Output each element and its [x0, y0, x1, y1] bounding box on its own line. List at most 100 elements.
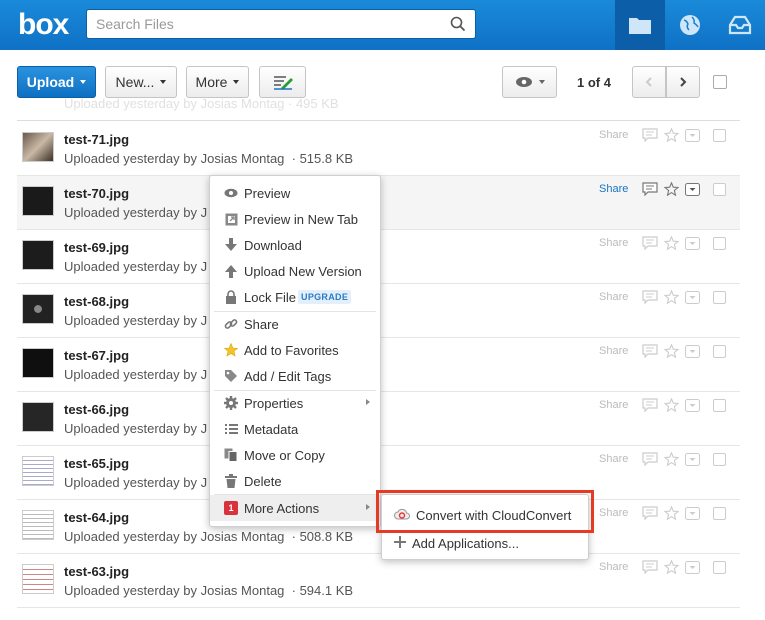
dropdown-icon[interactable]	[685, 398, 700, 412]
dropdown-icon[interactable]	[685, 128, 700, 142]
nav-files-tab[interactable]	[615, 0, 665, 50]
comment-icon[interactable]	[642, 290, 658, 304]
box-logo[interactable]: box	[18, 8, 69, 42]
menu-delete[interactable]: Delete	[210, 468, 380, 494]
upgrade-badge[interactable]: UPGRADE	[298, 290, 352, 304]
comment-icon[interactable]	[642, 560, 658, 574]
upload-button[interactable]: Upload	[17, 66, 96, 98]
comment-icon[interactable]	[642, 182, 658, 196]
menu-download[interactable]: Download	[210, 232, 380, 258]
file-name[interactable]: test-69.jpg	[64, 240, 129, 255]
file-thumbnail[interactable]	[22, 294, 54, 324]
row-checkbox[interactable]	[713, 399, 726, 412]
more-button[interactable]: More	[186, 66, 249, 98]
file-name[interactable]: test-63.jpg	[64, 564, 129, 579]
file-thumbnail[interactable]	[22, 564, 54, 594]
menu-more-actions[interactable]: 1 More Actions	[210, 495, 380, 521]
file-name[interactable]: test-64.jpg	[64, 510, 129, 525]
file-thumbnail[interactable]	[22, 186, 54, 216]
share-link[interactable]: Share	[599, 183, 628, 195]
file-thumbnail[interactable]	[22, 348, 54, 378]
file-row[interactable]: test-71.jpg Uploaded yesterday by Josias …	[17, 122, 740, 176]
menu-lock-file[interactable]: Lock File UPGRADE	[210, 284, 380, 310]
star-icon[interactable]	[664, 560, 679, 574]
new-tab-icon	[224, 212, 238, 226]
menu-preview-label: Preview	[244, 185, 291, 201]
edit-note-button[interactable]	[259, 66, 306, 98]
star-icon[interactable]	[664, 236, 679, 250]
search-icon[interactable]	[450, 16, 466, 32]
menu-add-favorites[interactable]: Add to Favorites	[210, 337, 380, 363]
dropdown-icon[interactable]	[685, 290, 700, 304]
comment-icon[interactable]	[642, 128, 658, 142]
file-name[interactable]: test-66.jpg	[64, 402, 129, 417]
nav-sync-tab[interactable]	[715, 0, 765, 50]
share-link[interactable]: Share	[599, 345, 628, 357]
dropdown-icon[interactable]	[685, 452, 700, 466]
star-icon[interactable]	[664, 344, 679, 358]
menu-add-edit-tags[interactable]: Add / Edit Tags	[210, 363, 380, 389]
dropdown-icon[interactable]	[685, 560, 700, 574]
comment-icon[interactable]	[642, 506, 658, 520]
share-link[interactable]: Share	[599, 129, 628, 141]
file-name[interactable]: test-70.jpg	[64, 186, 129, 201]
star-icon[interactable]	[664, 128, 679, 142]
comment-icon[interactable]	[642, 344, 658, 358]
file-name[interactable]: test-65.jpg	[64, 456, 129, 471]
file-name[interactable]: test-67.jpg	[64, 348, 129, 363]
dropdown-icon[interactable]	[685, 506, 700, 520]
share-link[interactable]: Share	[599, 561, 628, 573]
row-checkbox[interactable]	[713, 129, 726, 142]
share-link[interactable]: Share	[599, 453, 628, 465]
dropdown-icon[interactable]	[685, 236, 700, 250]
share-link[interactable]: Share	[599, 237, 628, 249]
file-name[interactable]: test-68.jpg	[64, 294, 129, 309]
star-icon[interactable]	[664, 452, 679, 466]
file-thumbnail[interactable]	[22, 510, 54, 540]
star-icon[interactable]	[664, 398, 679, 412]
tag-icon	[224, 369, 238, 383]
menu-share[interactable]: Share	[210, 311, 380, 337]
file-row[interactable]: test-63.jpg Uploaded yesterday by Josias …	[17, 554, 740, 608]
star-icon[interactable]	[664, 182, 679, 196]
menu-move-copy[interactable]: Move or Copy	[210, 442, 380, 468]
menu-upload-new-version[interactable]: Upload New Version	[210, 258, 380, 284]
file-thumbnail[interactable]	[22, 456, 54, 486]
comment-icon[interactable]	[642, 236, 658, 250]
prev-page-button[interactable]	[632, 66, 666, 98]
nav-web-tab[interactable]	[665, 0, 715, 50]
submenu-add-applications[interactable]: Add Applications...	[382, 530, 588, 556]
row-checkbox[interactable]	[713, 237, 726, 250]
comment-icon[interactable]	[642, 398, 658, 412]
more-actions-count-badge: 1	[224, 501, 238, 515]
share-link[interactable]: Share	[599, 507, 628, 519]
menu-preview[interactable]: Preview	[210, 180, 380, 206]
comment-icon[interactable]	[642, 452, 658, 466]
row-checkbox[interactable]	[713, 183, 726, 196]
file-meta: Uploaded yesterday by J	[64, 259, 207, 274]
row-checkbox[interactable]	[713, 507, 726, 520]
menu-properties[interactable]: Properties	[210, 390, 380, 416]
dropdown-icon[interactable]	[685, 344, 700, 358]
menu-metadata[interactable]: Metadata	[210, 416, 380, 442]
row-checkbox[interactable]	[713, 561, 726, 574]
row-checkbox[interactable]	[713, 345, 726, 358]
file-thumbnail[interactable]	[22, 402, 54, 432]
file-thumbnail[interactable]	[22, 132, 54, 162]
star-icon[interactable]	[664, 506, 679, 520]
star-icon[interactable]	[664, 290, 679, 304]
view-options-button[interactable]	[502, 66, 557, 98]
file-thumbnail[interactable]	[22, 240, 54, 270]
row-checkbox[interactable]	[713, 453, 726, 466]
new-button[interactable]: New...	[105, 66, 177, 98]
search-box[interactable]	[86, 9, 476, 39]
file-name[interactable]: test-71.jpg	[64, 132, 129, 147]
row-checkbox[interactable]	[713, 291, 726, 304]
select-all-checkbox[interactable]	[713, 75, 727, 89]
share-link[interactable]: Share	[599, 291, 628, 303]
search-input[interactable]	[87, 10, 437, 38]
share-link[interactable]: Share	[599, 399, 628, 411]
next-page-button[interactable]	[666, 66, 700, 98]
menu-preview-new-tab[interactable]: Preview in New Tab	[210, 206, 380, 232]
dropdown-icon[interactable]	[685, 182, 700, 196]
